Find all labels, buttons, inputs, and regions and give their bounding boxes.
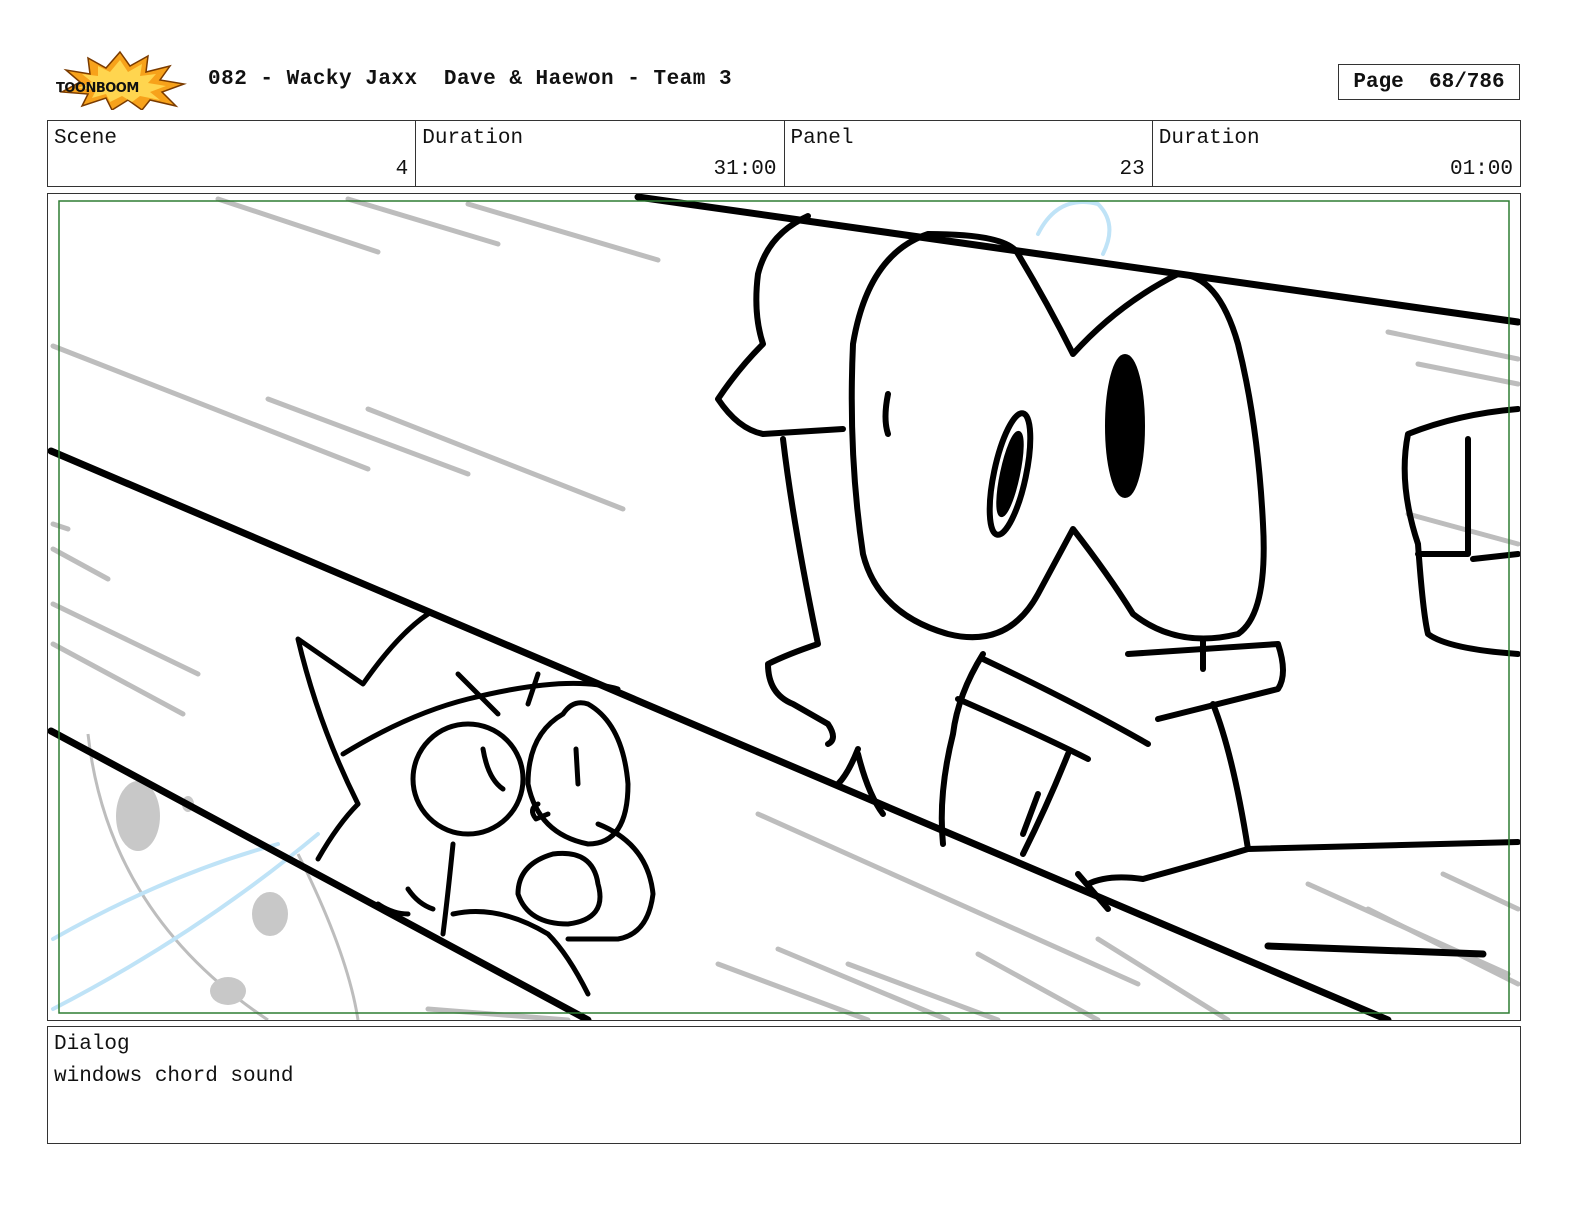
scene-cell: Scene 4: [48, 121, 417, 186]
logo-text: TOONBOOM: [56, 81, 139, 96]
scene-value: 4: [395, 158, 409, 181]
panel-cell: Panel 23: [785, 121, 1153, 186]
dialog-text: windows chord sound: [54, 1065, 294, 1088]
storyboard-title: 082 - Wacky Jaxx Dave & Haewon - Team 3: [208, 68, 733, 91]
page-number: 68/786: [1429, 70, 1505, 94]
panel-duration-value: 01:00: [1449, 158, 1513, 181]
storyboard-panel: [47, 193, 1521, 1021]
large-character-sketch: [715, 213, 1520, 912]
toonboom-logo: TOONBOOM: [52, 50, 188, 112]
large-character-eyes: [986, 354, 1145, 538]
scene-duration-value: 31:00: [713, 158, 777, 181]
page-label: Page: [1353, 70, 1404, 94]
panel-label: Panel: [790, 127, 854, 150]
small-character-sketch: [295, 611, 656, 997]
scene-duration-label: Duration: [422, 127, 524, 150]
scene-label: Scene: [54, 127, 118, 150]
panel-value: 23: [1119, 158, 1145, 181]
page-counter: Page 68/786: [1338, 64, 1520, 100]
panel-duration-cell: Duration 01:00: [1153, 121, 1520, 186]
dialog-label: Dialog: [54, 1033, 130, 1056]
panel-duration-label: Duration: [1158, 127, 1260, 150]
panel-info-row: Scene 4 Duration 31:00 Panel 23 Duration…: [47, 120, 1521, 187]
blue-guide-lines: [51, 200, 1112, 1011]
panel-sketch: [48, 194, 1520, 1020]
safe-frame: [58, 200, 1510, 1014]
scene-duration-cell: Duration 31:00: [416, 121, 785, 186]
dialog-box: Dialog windows chord sound: [47, 1026, 1521, 1144]
